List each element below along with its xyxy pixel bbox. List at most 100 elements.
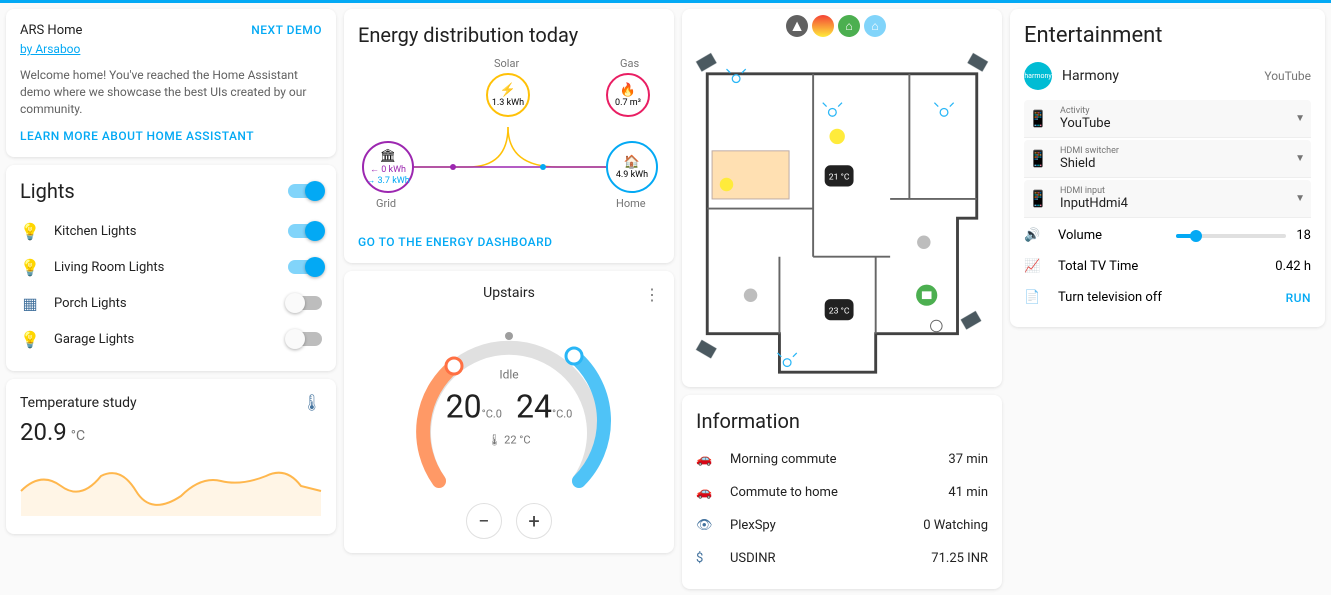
energy-dashboard-link[interactable]: GO TO THE ENERGY DASHBOARD: [358, 235, 660, 249]
more-icon[interactable]: ⋮: [644, 285, 660, 304]
chevron-down-icon: ▼: [1295, 153, 1305, 164]
info-value: 37 min: [948, 452, 988, 467]
camera-icon[interactable]: [696, 53, 717, 72]
camera-icon[interactable]: [967, 53, 988, 72]
car-icon: 🚗: [696, 485, 716, 500]
temperature-sparkline: [20, 456, 322, 516]
lights-master-toggle[interactable]: [288, 184, 322, 198]
svg-text:21 °C: 21 °C: [829, 173, 850, 183]
lights-card: Lights 💡 Kitchen Lights 💡 Living Room Li…: [6, 165, 336, 371]
info-label: PlexSpy: [730, 518, 776, 533]
floorplan-tab-2[interactable]: [812, 15, 834, 37]
thermostat-mode: Idle: [446, 368, 573, 382]
select-row[interactable]: 📱 HDMI input InputHdmi4 ▼: [1024, 180, 1311, 218]
high-handle[interactable]: [566, 348, 582, 364]
info-row[interactable]: 👁 PlexSpy 0 Watching: [696, 509, 988, 542]
floorplan-temp-bedroom[interactable]: 23 °C: [825, 299, 854, 320]
light-name: Garage Lights: [54, 332, 134, 347]
floorplan-light-off-1[interactable]: [917, 236, 930, 249]
grid-label: Grid: [376, 197, 396, 210]
lightbulb-icon: ▦: [20, 293, 40, 313]
remote-icon: 📱: [1028, 149, 1048, 168]
light-toggle[interactable]: [288, 296, 322, 310]
energy-title: Energy distribution today: [358, 23, 660, 47]
chevron-down-icon: ▼: [1295, 193, 1305, 204]
light-name: Living Room Lights: [54, 260, 164, 275]
welcome-title: ARS Home: [20, 23, 82, 38]
select-row[interactable]: 📱 Activity YouTube ▼: [1024, 100, 1311, 138]
gas-label: Gas: [620, 57, 639, 70]
thermostat-high: 24: [516, 388, 552, 426]
light-toggle[interactable]: [288, 332, 322, 346]
tv-time-value: 0.42 h: [1275, 259, 1311, 274]
info-value: 0 Watching: [923, 518, 988, 533]
info-row[interactable]: 🚗 Morning commute 37 min: [696, 443, 988, 476]
svg-text:23 °C: 23 °C: [829, 307, 850, 317]
solar-label: Solar: [494, 57, 519, 70]
eye-icon: 👁: [696, 518, 716, 533]
floorplan-light-off-2[interactable]: [744, 288, 757, 301]
welcome-description: Welcome home! You've reached the Home As…: [20, 67, 322, 117]
volume-value: 18: [1296, 228, 1311, 243]
learn-more-link[interactable]: LEARN MORE ABOUT HOME ASSISTANT: [20, 129, 322, 143]
info-row[interactable]: 🚗 Commute to home 41 min: [696, 476, 988, 509]
floorplan-temp-living[interactable]: 21 °C: [825, 165, 854, 186]
information-card: Information 🚗 Morning commute 37 min 🚗 C…: [682, 395, 1002, 589]
turn-off-label: Turn television off: [1058, 290, 1162, 305]
select-label: HDMI input: [1060, 186, 1283, 196]
chevron-down-icon: ▼: [1295, 113, 1305, 124]
remote-icon: 📱: [1028, 109, 1048, 128]
light-row[interactable]: 💡 Kitchen Lights: [20, 213, 322, 249]
info-row[interactable]: $ USDINR 71.25 INR: [696, 542, 988, 575]
camera-icon[interactable]: [696, 340, 717, 359]
floorplan-card[interactable]: ▲ ⌂ ⌂: [682, 9, 1002, 387]
floorplan-tab-3[interactable]: ⌂: [838, 15, 860, 37]
floorplan-light-kitchen[interactable]: [720, 178, 733, 191]
select-value: InputHdmi4: [1060, 196, 1283, 211]
camera-icon[interactable]: [961, 311, 982, 330]
lights-title: Lights: [20, 179, 75, 203]
volume-label: Volume: [1058, 228, 1102, 243]
select-row[interactable]: 📱 HDMI switcher Shield ▼: [1024, 140, 1311, 178]
volume-icon: 🔊: [1024, 228, 1044, 243]
tv-time-label: Total TV Time: [1058, 259, 1138, 274]
floorplan-light-living[interactable]: [829, 129, 844, 144]
info-label: Morning commute: [730, 452, 837, 467]
light-row[interactable]: 💡 Garage Lights: [20, 321, 322, 357]
light-toggle[interactable]: [288, 260, 322, 274]
lightbulb-icon: 💡: [20, 257, 40, 277]
info-label: USDINR: [730, 551, 776, 566]
floorplan-tab-1[interactable]: ▲: [786, 15, 808, 37]
gas-node[interactable]: 🔥 0.7 m³: [606, 73, 650, 117]
script-icon: 📄: [1024, 290, 1044, 305]
thermostat-low: 20: [446, 388, 482, 426]
welcome-card: ARS Home by Arsaboo NEXT DEMO Welcome ho…: [6, 9, 336, 157]
media-status: YouTube: [1264, 69, 1311, 83]
solar-node[interactable]: ⚡ 1.3 kWh: [486, 73, 530, 117]
info-value: 41 min: [948, 485, 988, 500]
floorplan-tab-4[interactable]: ⌂: [864, 15, 886, 37]
media-player-header[interactable]: harmony Harmony YouTube: [1024, 62, 1311, 90]
entertainment-title: Entertainment: [1024, 23, 1311, 48]
select-label: HDMI switcher: [1060, 146, 1283, 156]
run-button[interactable]: RUN: [1286, 291, 1311, 305]
volume-slider[interactable]: [1176, 234, 1286, 238]
light-toggle[interactable]: [288, 224, 322, 238]
select-value: YouTube: [1060, 116, 1283, 131]
light-name: Kitchen Lights: [54, 224, 136, 239]
light-row[interactable]: ▦ Porch Lights: [20, 285, 322, 321]
light-row[interactable]: 💡 Living Room Lights: [20, 249, 322, 285]
info-label: Commute to home: [730, 485, 838, 500]
lightbulb-icon: 💡: [20, 329, 40, 349]
grid-node[interactable]: 🏛 ← 0 kWh → 3.7 kWh: [362, 141, 414, 193]
author-link[interactable]: by Arsaboo: [20, 42, 80, 56]
chart-icon: 📈: [1024, 259, 1044, 274]
temperature-card[interactable]: Temperature study 🌡 20.9 °C: [6, 379, 336, 534]
next-demo-button[interactable]: NEXT DEMO: [251, 23, 322, 37]
energy-card: Energy distribution today Solar ⚡ 1.3 kW…: [344, 9, 674, 263]
home-node[interactable]: 🏠 4.9 kWh: [606, 141, 658, 193]
temp-unit: °C: [71, 428, 85, 444]
lightbulb-icon: 💡: [20, 221, 40, 241]
harmony-icon: harmony: [1024, 62, 1052, 90]
select-label: Activity: [1060, 106, 1283, 116]
